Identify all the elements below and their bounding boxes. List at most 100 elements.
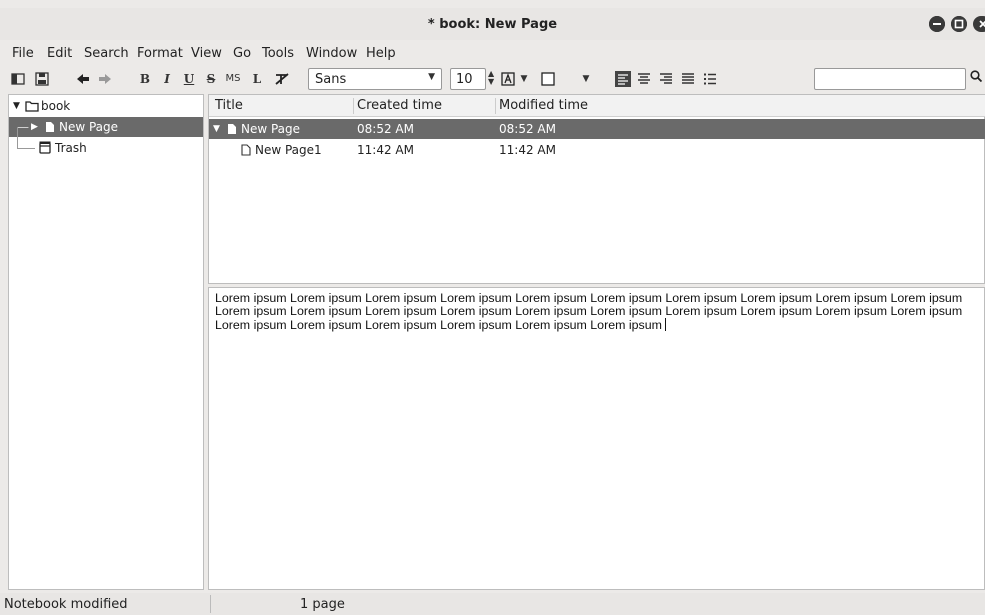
save-icon [35, 72, 49, 86]
window-title: * book: New Page [427, 17, 558, 32]
page-editor[interactable]: Lorem ipsum Lorem ipsum Lorem ipsum Lore… [208, 287, 985, 590]
status-message: Notebook modified [4, 597, 128, 612]
monospace-button[interactable]: MS [222, 69, 244, 89]
search-input[interactable] [814, 68, 966, 90]
background-color-button[interactable] [540, 69, 556, 89]
save-version-button[interactable] [34, 69, 50, 89]
folder-icon [25, 101, 39, 112]
editor-content[interactable]: Lorem ipsum Lorem ipsum Lorem ipsum Lore… [215, 292, 985, 332]
menu-file[interactable]: File [12, 46, 34, 61]
underline-button[interactable]: U [182, 69, 196, 89]
clear-format-button[interactable] [272, 69, 292, 89]
text-cursor [664, 318, 666, 331]
tree-item-new-page[interactable]: — ▶ New Page [9, 117, 203, 137]
minimize-button[interactable] [929, 16, 945, 32]
list-header: Title Created time Modified time [209, 95, 985, 117]
align-right-icon [660, 73, 672, 84]
status-divider [210, 595, 211, 613]
font-size-input[interactable]: 10 [450, 68, 486, 90]
column-header-modified[interactable]: Modified time [499, 98, 588, 113]
tree-item-notebook-label: book [41, 99, 71, 113]
title-bar: * book: New Page [0, 8, 985, 40]
tree-item-trash[interactable]: Trash [9, 128, 203, 158]
column-header-created[interactable]: Created time [357, 98, 442, 113]
row-created: 08:52 AM [357, 122, 414, 136]
menu-tools[interactable]: Tools [262, 46, 294, 61]
tree-line: — [17, 120, 29, 134]
trash-icon [39, 141, 51, 154]
minimize-icon [929, 16, 945, 32]
text-color-icon [501, 72, 515, 86]
index-toggle-button[interactable] [10, 69, 26, 89]
collapsed-triangle-icon[interactable]: ▶ [31, 117, 38, 137]
maximize-button[interactable] [951, 16, 967, 32]
menu-go[interactable]: Go [233, 46, 251, 61]
font-family-select[interactable]: Sans ▼ [308, 68, 442, 90]
font-size-stepper-icon[interactable]: ▲ ▼ [488, 70, 494, 86]
bullet-list-button[interactable] [702, 69, 718, 89]
clear-format-icon [275, 73, 289, 85]
font-size-value: 10 [456, 72, 473, 87]
arrow-right-icon [99, 74, 111, 84]
link-button[interactable]: L [250, 69, 264, 89]
row-created: 11:42 AM [357, 143, 414, 157]
row-modified: 08:52 AM [499, 122, 556, 136]
bold-button[interactable]: B [138, 69, 152, 89]
align-left-button[interactable] [614, 69, 632, 89]
dropdown-arrow-icon: ▼ [428, 72, 435, 82]
background-color-icon [541, 72, 555, 86]
row-title: New Page [241, 122, 301, 136]
menu-search[interactable]: Search [84, 46, 129, 61]
tree-item-notebook[interactable]: ▼ book [9, 96, 203, 116]
row-title: New Page1 [255, 143, 322, 157]
text-color-button[interactable] [500, 69, 516, 89]
editor-text: Lorem ipsum Lorem ipsum Lorem ipsum Lore… [215, 291, 963, 332]
column-divider[interactable] [353, 98, 354, 114]
notebook-tree: ▼ book — ▶ New Page Trash [8, 94, 204, 590]
justify-icon [682, 73, 694, 84]
menu-edit[interactable]: Edit [47, 46, 72, 61]
menu-format[interactable]: Format [137, 46, 183, 61]
column-header-title[interactable]: Title [215, 98, 243, 113]
app-window: * book: New Page File Edit Search Format… [0, 0, 985, 615]
maximize-icon [951, 16, 967, 32]
menu-help[interactable]: Help [366, 46, 396, 61]
strikethrough-button[interactable]: S [204, 69, 218, 89]
page-list: Title Created time Modified time ▼ New P… [208, 94, 985, 284]
menu-bar: File Edit Search Format View Go Tools Wi… [0, 44, 985, 64]
index-icon [11, 73, 25, 85]
background-color-dropdown-icon[interactable]: ▼ [580, 69, 592, 89]
column-divider[interactable] [495, 98, 496, 114]
align-right-button[interactable] [658, 69, 674, 89]
page-count: 1 page [300, 597, 345, 612]
menu-window[interactable]: Window [306, 46, 357, 61]
search-icon[interactable] [970, 70, 983, 86]
align-left-icon [615, 71, 631, 87]
list-row[interactable]: New Page1 11:42 AM 11:42 AM [209, 140, 985, 160]
status-bar: Notebook modified 1 page [0, 593, 985, 615]
expand-triangle-icon[interactable]: ▼ [213, 119, 220, 139]
bullet-list-icon [704, 73, 716, 85]
tree-line-horizontal [17, 148, 35, 149]
forward-button[interactable] [96, 69, 114, 89]
close-icon [975, 16, 985, 32]
arrow-left-icon [77, 74, 89, 84]
row-modified: 11:42 AM [499, 143, 556, 157]
tree-item-trash-label: Trash [55, 141, 87, 155]
text-color-dropdown-icon[interactable]: ▼ [518, 69, 530, 89]
back-button[interactable] [74, 69, 92, 89]
page-outline-icon [241, 144, 251, 156]
tree-item-new-page-label: New Page [59, 120, 119, 134]
expand-triangle-icon[interactable]: ▼ [13, 96, 20, 116]
justify-button[interactable] [680, 69, 696, 89]
align-center-icon [638, 73, 650, 84]
menu-view[interactable]: View [191, 46, 222, 61]
toolbar: B I U S MS L Sans ▼ 10 ▲ ▼ ▼ ▼ [0, 66, 985, 92]
page-icon [46, 122, 54, 132]
italic-button[interactable]: I [160, 69, 174, 89]
close-button[interactable] [973, 16, 985, 32]
list-row[interactable]: ▼ New Page 08:52 AM 08:52 AM [209, 119, 985, 139]
align-center-button[interactable] [636, 69, 652, 89]
font-family-value: Sans [315, 72, 347, 87]
page-icon [228, 124, 236, 134]
